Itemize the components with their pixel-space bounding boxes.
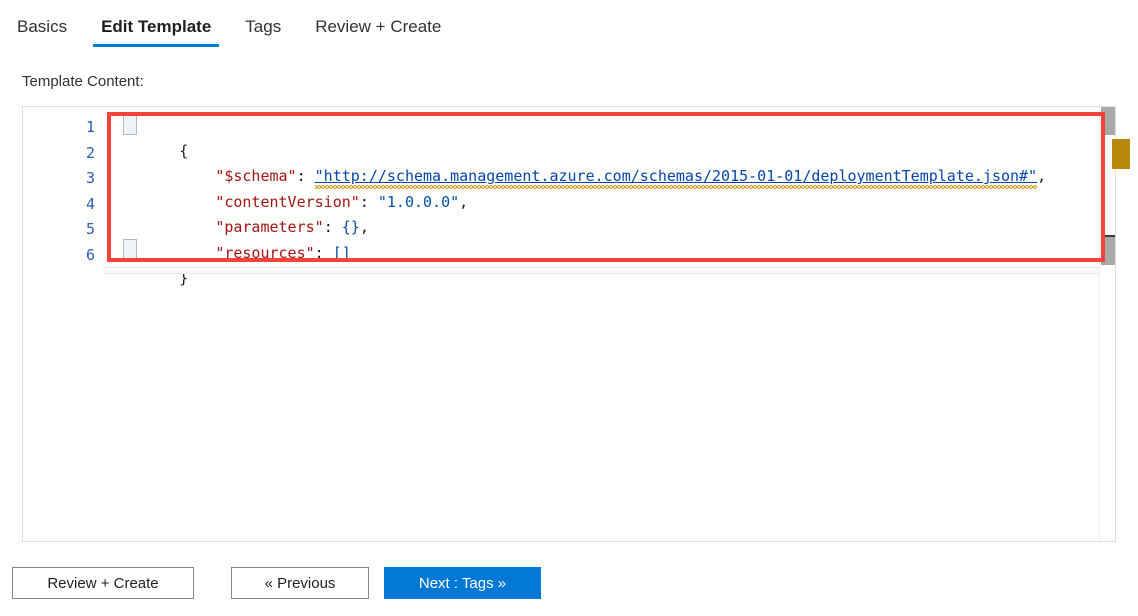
previous-button-label: « Previous — [264, 574, 336, 592]
json-comma: , — [359, 218, 369, 236]
editor-horizontal-scrollbar[interactable] — [103, 267, 1099, 274]
code-line-2: "$schema": "http://schema.management.azu… — [125, 139, 1046, 189]
line-number: 2 — [85, 143, 95, 162]
editor-line-number-gutter: 1 2 3 4 5 6 — [23, 107, 103, 541]
tab-tags-label: Tags — [245, 17, 282, 36]
tab-edit-template-label: Edit Template — [101, 17, 212, 36]
line-number: 6 — [85, 245, 95, 264]
json-value-content-version: "1.0.0.0" — [377, 192, 460, 211]
json-comma: , — [459, 192, 469, 211]
template-code-editor[interactable]: 1 2 3 4 5 6 { "$schema": "http://schema.… — [22, 106, 1116, 542]
tab-review-create[interactable]: Review + Create — [298, 0, 458, 38]
line-number: 4 — [85, 194, 95, 213]
tab-basics-label: Basics — [17, 17, 68, 36]
code-line-6: } — [125, 241, 188, 287]
wizard-tab-bar: Basics Edit Template Tags Review + Creat… — [0, 0, 1138, 54]
code-line-4: "parameters": {}, — [125, 190, 369, 236]
wizard-footer: Review + Create « Previous Next : Tags » — [0, 562, 1138, 616]
active-tab-indicator — [93, 44, 220, 47]
code-line-1: { — [125, 113, 188, 160]
scrollbar-thumb-bottom[interactable] — [1101, 237, 1115, 265]
next-tags-button-label: Next : Tags » — [418, 574, 507, 592]
review-create-button[interactable]: Review + Create — [12, 567, 194, 599]
tab-edit-template[interactable]: Edit Template — [84, 0, 228, 47]
code-line-5: "resources": [] — [125, 215, 350, 262]
line-number: 5 — [85, 220, 95, 238]
json-colon: : — [314, 243, 324, 262]
line-number: 3 — [85, 169, 95, 187]
next-tags-button[interactable]: Next : Tags » — [384, 567, 541, 599]
previous-button[interactable]: « Previous — [231, 567, 369, 599]
review-create-button-label: Review + Create — [47, 574, 159, 592]
scrollbar-thumb-top[interactable] — [1101, 107, 1115, 135]
tab-basics[interactable]: Basics — [0, 0, 84, 38]
json-comma: , — [1037, 167, 1047, 185]
line-number: 1 — [85, 118, 95, 136]
code-line-3: "contentVersion": "1.0.0.0", — [125, 164, 468, 211]
warning-overview-marker — [1112, 139, 1130, 169]
editor-vertical-scrollbar[interactable] — [1099, 107, 1115, 541]
tab-review-create-label: Review + Create — [315, 17, 442, 36]
template-content-label: Template Content: — [22, 73, 144, 90]
tab-tags[interactable]: Tags — [228, 0, 298, 38]
json-value-resources: [] — [332, 243, 351, 262]
json-key-resources: "resources" — [215, 243, 315, 262]
editor-code-area[interactable]: { "$schema": "http://schema.management.a… — [103, 107, 1115, 541]
